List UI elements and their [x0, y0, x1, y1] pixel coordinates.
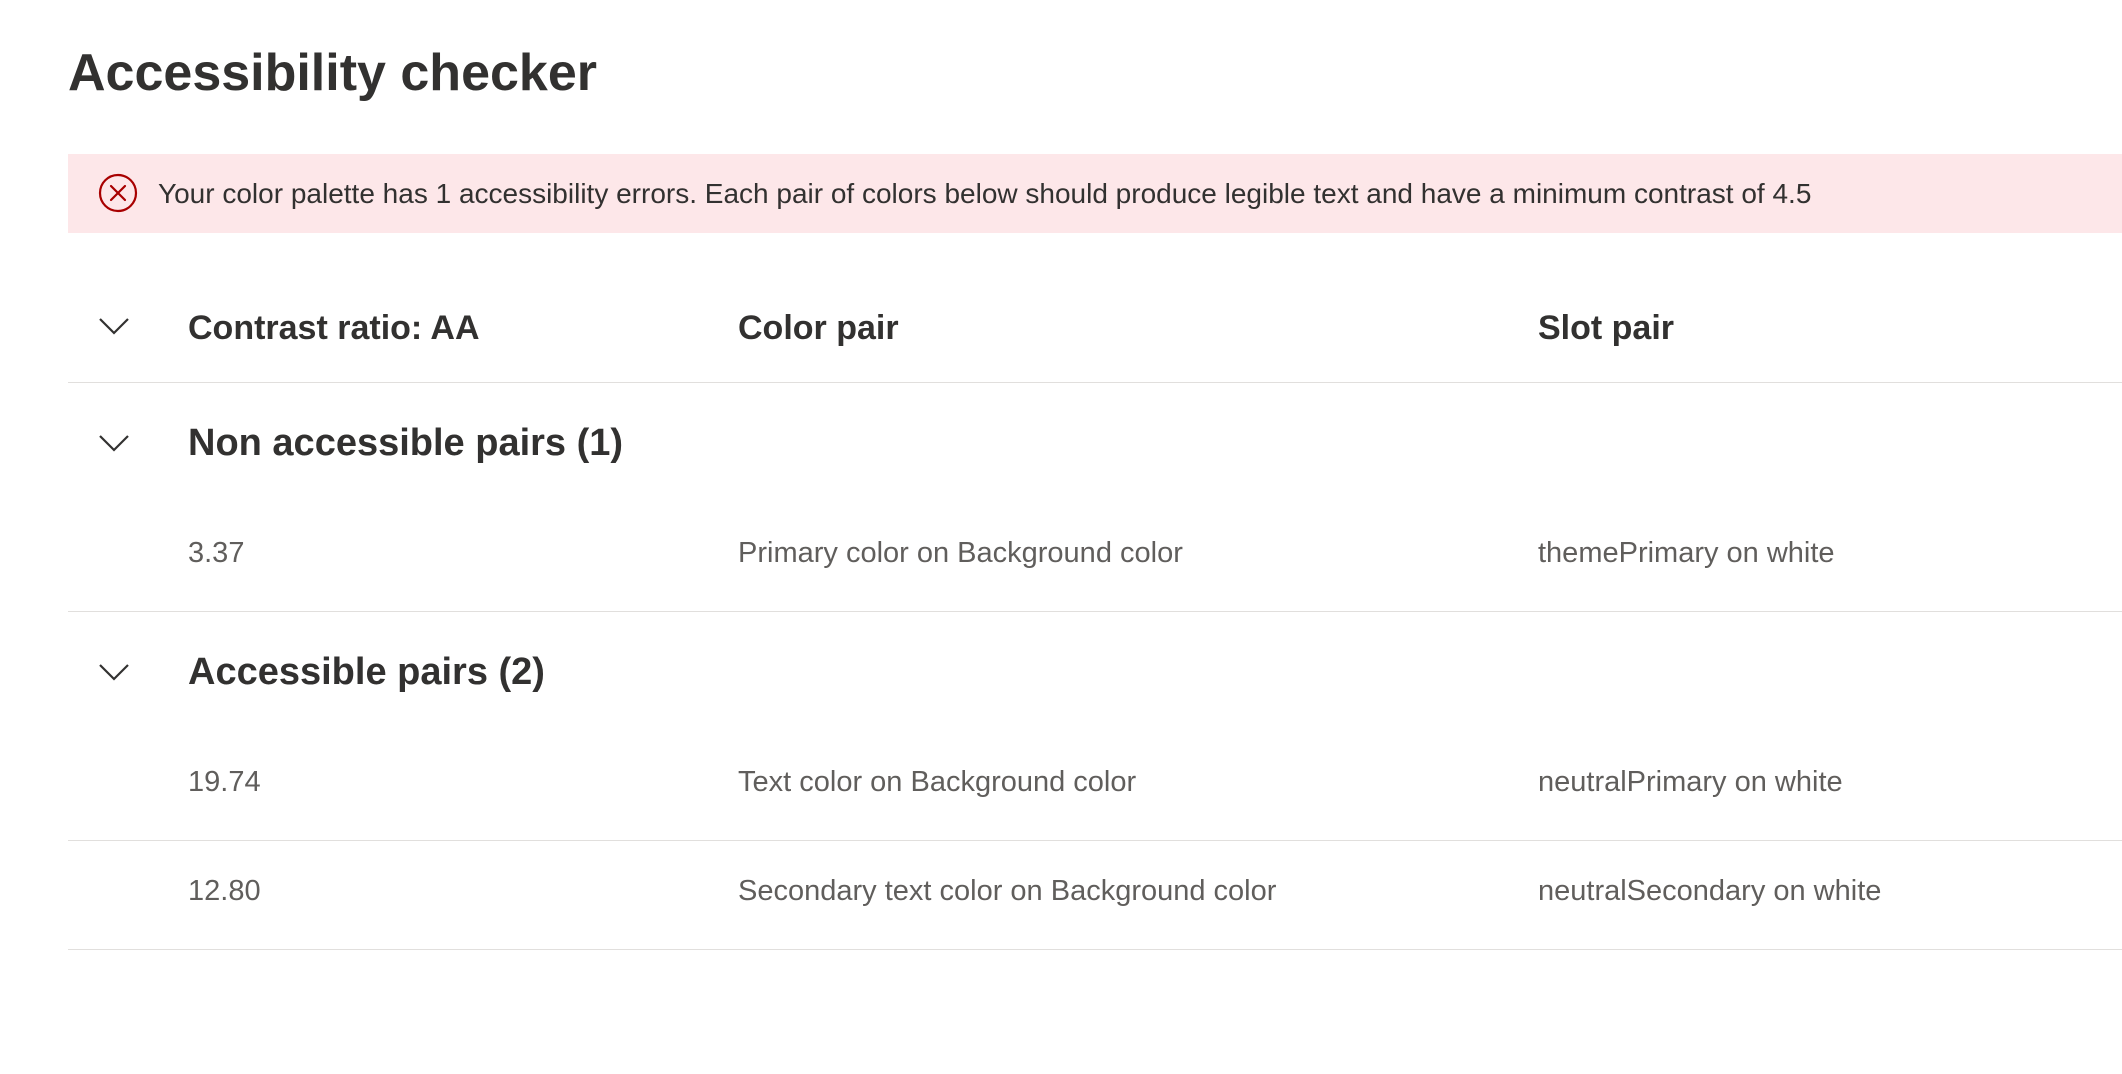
- slot-pair-value: neutralSecondary on white: [1538, 875, 1882, 907]
- group-title: Accessible pairs (2): [188, 651, 545, 693]
- table-row[interactable]: 19.74 Text color on Background color neu…: [68, 732, 2122, 841]
- color-pair-value: Primary color on Background color: [738, 537, 1183, 569]
- group-header-non-accessible: Non accessible pairs (1): [68, 383, 2122, 503]
- error-message-bar: Your color palette has 1 accessibility e…: [68, 154, 2122, 233]
- column-header-color-pair[interactable]: Color pair: [738, 270, 899, 382]
- page-title: Accessibility checker: [68, 44, 597, 102]
- group-collapse-chevron-icon[interactable]: [98, 433, 130, 453]
- group-header-accessible: Accessible pairs (2): [68, 612, 2122, 732]
- contrast-value: 12.80: [188, 875, 261, 907]
- error-circle-icon: [98, 173, 138, 213]
- contrast-table: Contrast ratio: AA Color pair Slot pair …: [68, 270, 2122, 950]
- slot-pair-value: neutralPrimary on white: [1538, 766, 1843, 798]
- contrast-value: 3.37: [188, 537, 245, 569]
- group-title: Non accessible pairs (1): [188, 422, 624, 464]
- color-pair-value: Secondary text color on Background color: [738, 875, 1277, 907]
- table-header-row: Contrast ratio: AA Color pair Slot pair: [68, 270, 2122, 383]
- slot-pair-value: themePrimary on white: [1538, 537, 1835, 569]
- table-row[interactable]: 12.80 Secondary text color on Background…: [68, 841, 2122, 950]
- color-pair-value: Text color on Background color: [738, 766, 1137, 798]
- column-header-slot-pair[interactable]: Slot pair: [1538, 270, 1674, 382]
- accessibility-checker-page: Accessibility checker Your color palette…: [0, 0, 2122, 1074]
- table-row[interactable]: 3.37 Primary color on Background color t…: [68, 503, 2122, 612]
- error-message-text: Your color palette has 1 accessibility e…: [158, 178, 1812, 209]
- group-collapse-chevron-icon[interactable]: [98, 662, 130, 682]
- column-header-contrast[interactable]: Contrast ratio: AA: [188, 270, 480, 382]
- contrast-value: 19.74: [188, 766, 261, 798]
- collapse-all-chevron-icon[interactable]: [98, 316, 130, 336]
